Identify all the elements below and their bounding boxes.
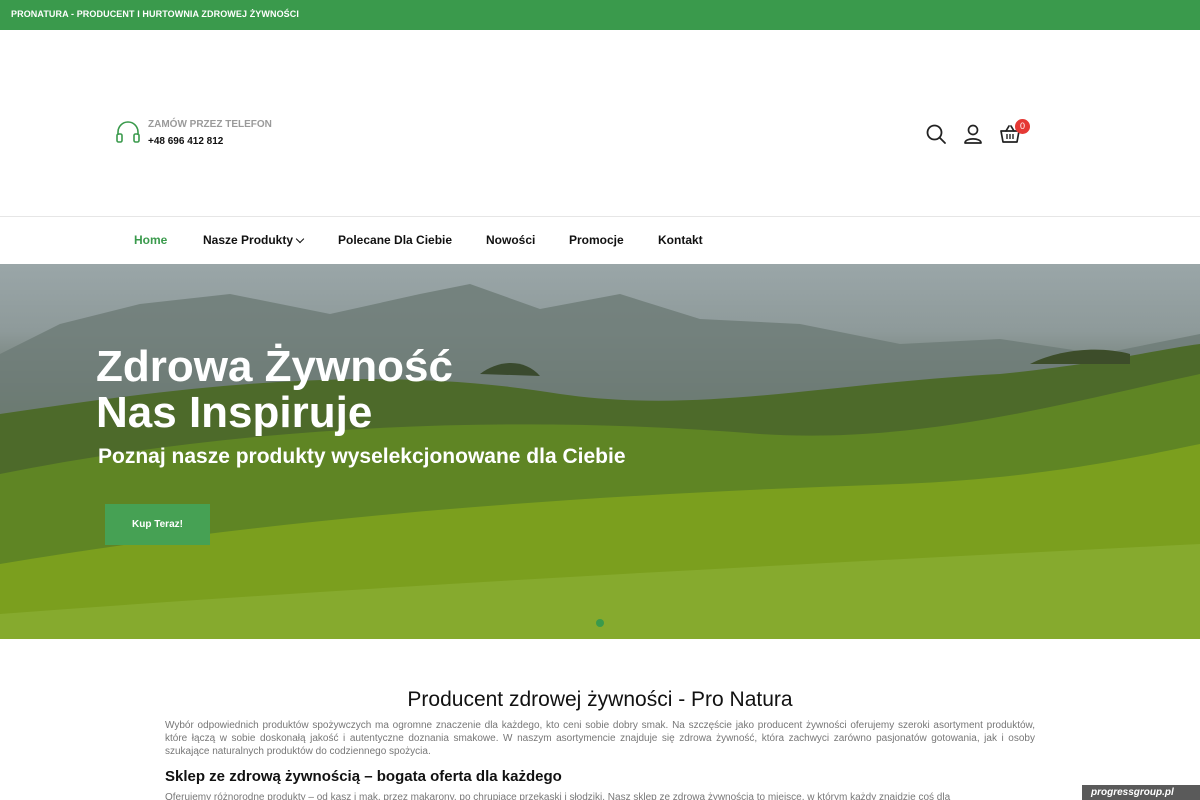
slider-dot[interactable]: [596, 619, 604, 627]
nav-item-promocje[interactable]: Promocje: [569, 233, 624, 247]
hero-title: Zdrowa Żywność Nas Inspiruje: [96, 342, 453, 437]
nav-item-polecane[interactable]: Polecane Dla Ciebie: [338, 233, 452, 247]
search-icon[interactable]: [924, 122, 948, 146]
top-bar-text: PRONATURA - PRODUCENT I HURTOWNIA ZDROWE…: [11, 9, 299, 19]
phone-label: ZAMÓW PRZEZ TELEFON: [148, 119, 272, 130]
headset-icon: [116, 121, 140, 143]
top-bar: PRONATURA - PRODUCENT I HURTOWNIA ZDROWE…: [0, 0, 1200, 30]
cart-count-badge: 0: [1015, 119, 1030, 134]
offer-paragraph: Oferujemy różnorodne produkty – od kasz …: [165, 792, 951, 800]
chevron-down-icon: [295, 234, 305, 244]
section-title: Producent zdrowej żywności - Pro Natura: [407, 688, 793, 711]
nav-item-nowosci[interactable]: Nowości: [486, 233, 535, 247]
nav-item-home[interactable]: Home: [134, 233, 167, 247]
shop-now-button[interactable]: Kup Teraz!: [105, 504, 210, 545]
main-nav: Home Nasze Produkty Polecane Dla Ciebie …: [0, 216, 1200, 264]
intro-paragraph: Wybór odpowiednich produktów spożywczych…: [165, 720, 1035, 757]
nav-item-kontakt[interactable]: Kontakt: [658, 233, 703, 247]
hero-slider: Zdrowa Żywność Nas Inspiruje Poznaj nasz…: [0, 264, 1200, 639]
phone-number[interactable]: +48 696 412 812: [148, 136, 223, 147]
watermark: progressgroup.pl: [1082, 785, 1200, 800]
user-icon[interactable]: [961, 122, 985, 146]
nav-item-label: Nasze Produkty: [203, 233, 294, 247]
hero-subtitle: Poznaj nasze produkty wyselekcjonowane d…: [98, 445, 626, 468]
section-subheading: Sklep ze zdrową żywnością – bogata ofert…: [165, 768, 562, 785]
nav-item-nasze-produkty[interactable]: Nasze Produkty: [203, 233, 305, 247]
